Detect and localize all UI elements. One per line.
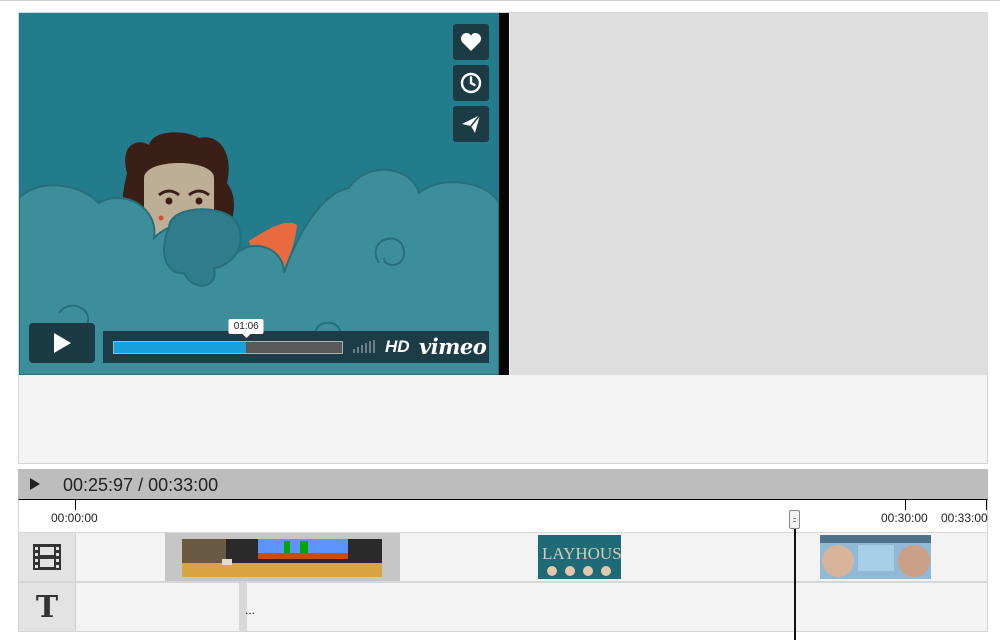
preview-area: 01:06 HD vimeo [18, 12, 988, 464]
video-play-button[interactable] [29, 323, 95, 363]
vimeo-logo[interactable]: vimeo [419, 334, 487, 359]
progress-fill [114, 342, 247, 353]
player-controls: 01:06 HD vimeo [103, 319, 489, 363]
film-icon [33, 544, 61, 570]
ruler-tick [986, 500, 987, 510]
video-player[interactable]: 01:06 HD vimeo [19, 13, 509, 375]
ruler-label-start: 00:00:00 [51, 511, 98, 525]
text-clip-label: ... [245, 603, 256, 617]
play-icon [54, 333, 71, 353]
player-edge [499, 13, 509, 375]
time-display: 00:25:97 / 00:33:00 [63, 475, 219, 495]
ruler-label-end: 00:33:00 [941, 511, 988, 525]
progress-tooltip: 01:06 [228, 319, 264, 338]
watch-later-button[interactable] [453, 65, 489, 101]
ruler-tick [905, 500, 906, 510]
playhead-handle[interactable] [789, 510, 800, 529]
timeline-toolbar: 00:25:97 / 00:33:00 [18, 469, 988, 499]
text-track-header: T [19, 583, 76, 631]
like-button[interactable] [453, 24, 489, 60]
video-clip[interactable]: LAYHOUSE [538, 533, 621, 581]
text-icon: T [35, 589, 59, 625]
heart-icon [460, 33, 482, 51]
clip-thumbnail: LAYHOUSE [538, 535, 621, 579]
timeline-ruler[interactable]: 00:00:00 00:30:00 00:33:00 [18, 499, 988, 533]
preview-side-panel [510, 13, 988, 375]
ruler-label-30: 00:30:00 [881, 511, 928, 525]
video-clip[interactable] [165, 533, 400, 581]
video-track-header [19, 533, 76, 581]
playhead-line[interactable] [794, 510, 796, 640]
hd-toggle[interactable]: HD [385, 337, 410, 357]
text-track: T ... [18, 582, 988, 632]
clip-thumbnail [182, 539, 382, 577]
share-button[interactable] [453, 106, 489, 142]
volume-icon[interactable] [353, 340, 377, 353]
video-clip[interactable] [820, 533, 931, 581]
clip-thumbnail [820, 535, 931, 579]
video-track: LAYHOUSE [18, 532, 988, 582]
paper-plane-icon [462, 114, 481, 133]
clock-icon [460, 72, 482, 94]
progress-bar[interactable]: 01:06 [113, 319, 343, 354]
svg-text:LAYHOUSE: LAYHOUSE [542, 544, 621, 563]
ruler-tick [75, 500, 76, 510]
timeline-play-button[interactable] [28, 477, 42, 491]
window-top-border [0, 0, 1000, 1]
